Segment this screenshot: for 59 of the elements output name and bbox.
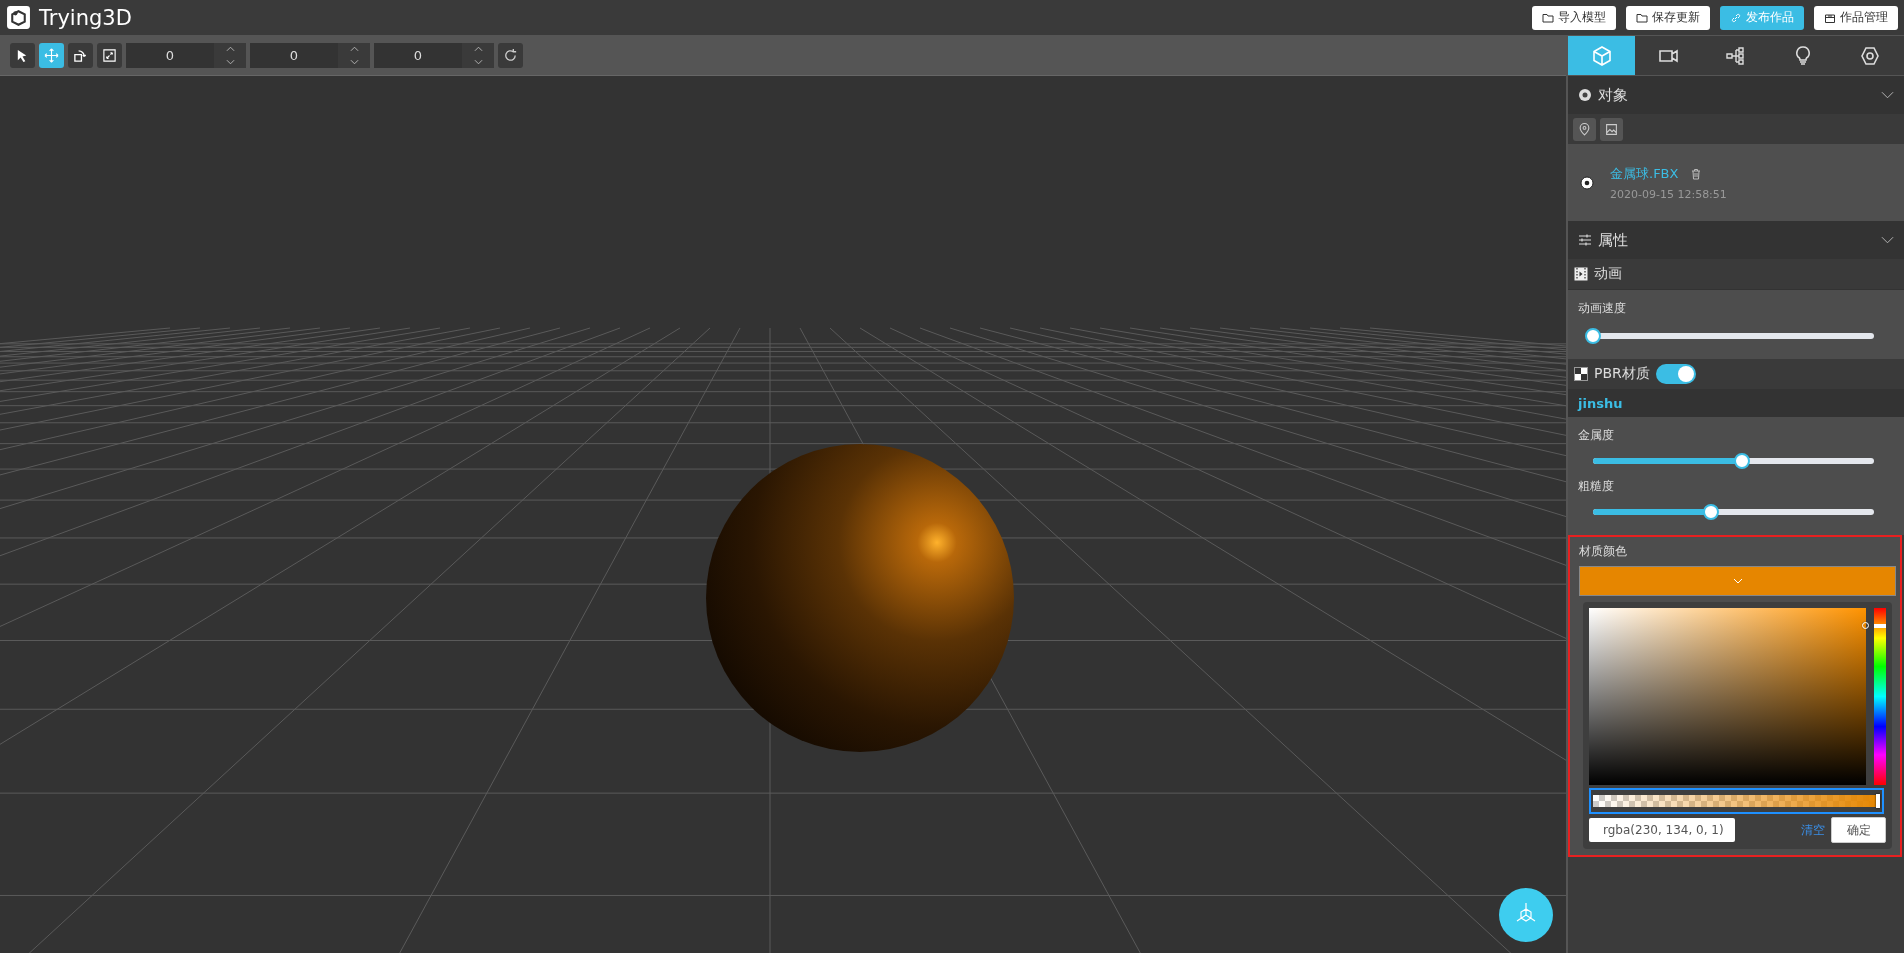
image-button[interactable] [1600, 117, 1623, 141]
pbr-label: PBR材质 [1594, 365, 1650, 383]
object-name: 金属球.FBX [1610, 164, 1679, 183]
object-date: 2020-09-15 12:58:51 [1610, 187, 1727, 201]
scale-tool-button[interactable] [97, 43, 122, 68]
chevron-icon[interactable] [1881, 236, 1894, 244]
section-title: 属性 [1598, 230, 1629, 250]
slider-label: 金属度 [1578, 427, 1615, 444]
saturation-value-area[interactable] [1589, 608, 1866, 785]
subsection-title: 动画 [1594, 265, 1622, 283]
alpha-slider[interactable] [1589, 788, 1884, 814]
pbr-toggle[interactable] [1655, 364, 1696, 384]
box-icon [1824, 11, 1836, 24]
link-icon [1730, 11, 1742, 24]
image-icon [1605, 122, 1618, 136]
sliders-icon [1578, 233, 1592, 247]
number-input[interactable]: 0 [126, 43, 246, 68]
pointer-tool-button[interactable] [10, 43, 35, 68]
film-icon [1574, 267, 1588, 281]
chevron-down-icon[interactable] [473, 58, 483, 65]
folder-icon [1542, 11, 1554, 24]
chevron-icon[interactable] [1881, 91, 1894, 99]
chevron-down-icon [1732, 578, 1743, 584]
slider-label: 粗糙度 [1578, 478, 1615, 495]
header-button[interactable]: 导入模型 [1532, 5, 1616, 30]
confirm-button[interactable]: 确定 [1831, 817, 1886, 843]
chevron-up-icon[interactable] [349, 46, 359, 53]
location-pin-icon [1578, 122, 1591, 136]
chevron-down-icon[interactable] [349, 58, 359, 65]
target-icon [1580, 175, 1594, 190]
move-arrows-icon [44, 48, 59, 63]
checker-icon [1574, 367, 1588, 381]
rotate-tool-button[interactable] [68, 43, 93, 68]
number-input[interactable]: 0 [374, 43, 494, 68]
number-input[interactable]: 0 [250, 43, 370, 68]
material-name: jinshu [1578, 396, 1623, 411]
circle-icon [1578, 88, 1592, 102]
resize-icon [102, 48, 117, 63]
header-button[interactable]: 作品管理 [1814, 5, 1898, 30]
refresh-icon [503, 48, 518, 63]
trash-icon[interactable] [1690, 167, 1703, 180]
logo-icon [6, 5, 31, 30]
axis-gizmo-button[interactable] [1499, 888, 1553, 942]
reset-button[interactable] [498, 43, 523, 68]
color-swatch-button[interactable] [1579, 566, 1896, 596]
color-value-field[interactable]: rgba(230, 134, 0, 1) [1589, 818, 1735, 842]
chevron-down-icon[interactable] [225, 58, 235, 65]
folder-icon [1636, 11, 1648, 24]
section-title: 对象 [1598, 85, 1629, 105]
app-title: Trying3D [39, 5, 132, 30]
hue-slider[interactable] [1874, 608, 1886, 785]
color-label: 材质颜色 [1579, 543, 1628, 560]
object-list-item[interactable]: 金属球.FBX 2020-09-15 12:58:51 [1568, 144, 1904, 221]
chevron-up-icon[interactable] [225, 46, 235, 53]
rotate-icon [73, 48, 88, 63]
slider-label: 动画速度 [1578, 300, 1627, 317]
location-pin-button[interactable] [1573, 117, 1596, 141]
chevron-up-icon[interactable] [473, 46, 483, 53]
header-button[interactable]: 保存更新 [1626, 5, 1710, 30]
